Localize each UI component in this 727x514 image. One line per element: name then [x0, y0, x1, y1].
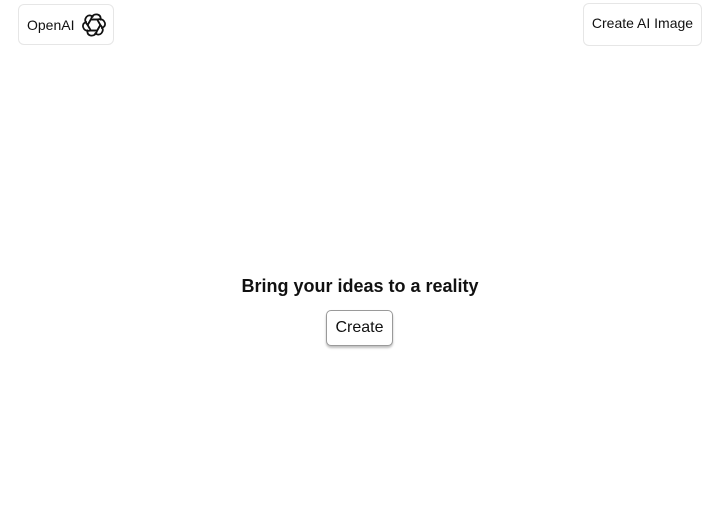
create-ai-image-button[interactable]: Create AI Image — [583, 3, 702, 46]
openai-logo-icon — [81, 12, 107, 38]
hero-heading: Bring your ideas to a reality — [241, 276, 479, 296]
brand-label: OpenAI — [27, 16, 75, 33]
openai-home-button[interactable]: OpenAI — [18, 4, 114, 45]
page: OpenAI Create AI Image Bring your ideas … — [0, 0, 727, 514]
create-button[interactable]: Create — [326, 310, 393, 346]
